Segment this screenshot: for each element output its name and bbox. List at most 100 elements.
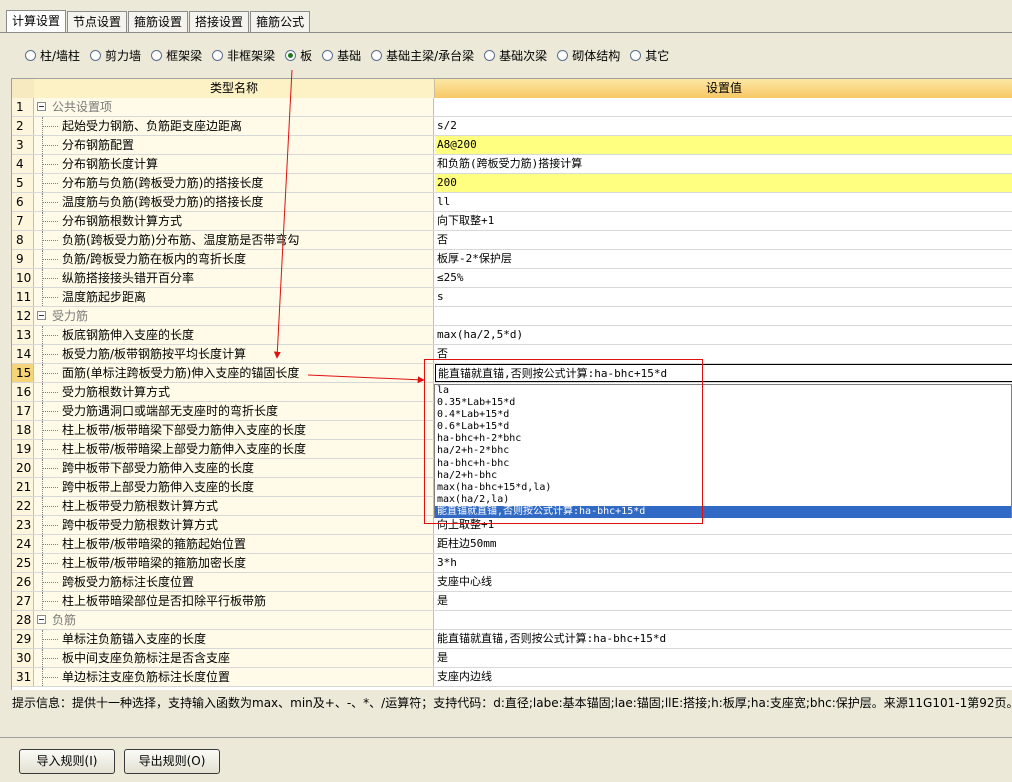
component-type-radio-group: 柱/墙柱 剪力墙 框架梁 非框架梁 板 基础 基础主梁/承台梁 基础次梁 砌体结… (25, 46, 679, 64)
table-row[interactable]: 14 板受力筋/板带钢筋按平均长度计算 否 (12, 345, 1012, 364)
table-row[interactable]: 30 板中间支座负筋标注是否含支座 是 (12, 649, 1012, 668)
setting-value-cell[interactable]: max(ha/2,5*d) (435, 326, 1012, 344)
table-row[interactable]: 31 单边标注支座负筋标注长度位置 支座内边线 (12, 668, 1012, 687)
row-name-cell: 跨中板带上部受力筋伸入支座的长度 (34, 478, 434, 496)
setting-label: 起始受力钢筋、负筋距支座边距离 (62, 119, 243, 133)
import-rules-button[interactable]: 导入规则(I) (19, 749, 115, 774)
row-name-cell: 温度筋与负筋(跨板受力筋)的搭接长度 (34, 193, 434, 211)
radio-foundation-main-beam[interactable]: 基础主梁/承台梁 (371, 47, 474, 64)
radio-foundation[interactable]: 基础 (322, 47, 361, 64)
dropdown-option[interactable]: 0.6*Lab+15*d (435, 421, 1011, 433)
collapse-icon[interactable] (37, 311, 46, 320)
radio-label: 非框架梁 (227, 48, 276, 63)
dropdown-option[interactable]: max(ha/2,la) (435, 494, 1011, 506)
table-group-row[interactable]: 28 负筋 (12, 611, 1012, 630)
radio-button-icon (151, 49, 163, 61)
setting-value-cell[interactable]: 否 (435, 231, 1012, 249)
radio-frame-beam[interactable]: 框架梁 (151, 47, 202, 64)
setting-value-cell[interactable]: ≤25% (435, 269, 1012, 287)
setting-value-editor[interactable]: 能直锚就直锚,否则按公式计算:ha-bhc+15*d (435, 364, 1012, 382)
tree-branch (42, 563, 58, 565)
setting-value-cell[interactable]: A8@200 (435, 136, 1012, 154)
setting-value-cell[interactable]: s/2 (435, 117, 1012, 135)
table-row[interactable]: 5 分布筋与负筋(跨板受力筋)的搭接长度 200 (12, 174, 1012, 193)
table-row[interactable]: 4 分布钢筋长度计算 和负筋(跨板受力筋)搭接计算 (12, 155, 1012, 174)
table-row[interactable]: 25 柱上板带/板带暗梁的箍筋加密长度 3*h (12, 554, 1012, 573)
table-row[interactable]: 15 面筋(单标注跨板受力筋)伸入支座的锚固长度 能直锚就直锚,否则按公式计算:ha… (12, 364, 1012, 383)
setting-value-cell[interactable] (435, 98, 1012, 116)
tree-branch (42, 240, 58, 242)
dropdown-option[interactable]: ha/2+h-bhc (435, 470, 1011, 482)
export-rules-button[interactable]: 导出规则(O) (124, 749, 220, 774)
collapse-icon[interactable] (37, 615, 46, 624)
table-group-row[interactable]: 12 受力筋 (12, 307, 1012, 326)
tab-stirrup-formula[interactable]: 箍筋公式 (250, 11, 311, 32)
dropdown-option[interactable]: max(ha-bhc+15*d,la) (435, 482, 1011, 494)
radio-column[interactable]: 柱/墙柱 (25, 47, 80, 64)
tab-lap-settings[interactable]: 搭接设置 (189, 11, 250, 32)
row-name-cell: 柱上板带受力筋根数计算方式 (34, 497, 434, 515)
setting-value-cell[interactable]: 支座内边线 (435, 668, 1012, 686)
table-row[interactable]: 3 分布钢筋配置 A8@200 (12, 136, 1012, 155)
tree-branch (42, 259, 58, 261)
setting-value-cell[interactable]: 距柱边50mm (435, 535, 1012, 553)
table-row[interactable]: 7 分布钢筋根数计算方式 向下取整+1 (12, 212, 1012, 231)
setting-value-cell[interactable]: 向上取整+1 (435, 516, 1012, 534)
table-row[interactable]: 24 柱上板带/板带暗梁的箍筋起始位置 距柱边50mm (12, 535, 1012, 554)
setting-value-cell[interactable]: 支座中心线 (435, 573, 1012, 591)
table-row[interactable]: 9 负筋/跨板受力筋在板内的弯折长度 板厚-2*保护层 (12, 250, 1012, 269)
radio-label: 板 (300, 48, 313, 63)
dropdown-option[interactable]: 0.35*Lab+15*d (435, 397, 1011, 409)
table-row[interactable]: 8 负筋(跨板受力筋)分布筋、温度筋是否带弯勾 否 (12, 231, 1012, 250)
setting-value-cell[interactable]: 是 (435, 592, 1012, 610)
radio-other[interactable]: 其它 (630, 47, 669, 64)
setting-value-cell[interactable]: 和负筋(跨板受力筋)搭接计算 (435, 155, 1012, 173)
table-row[interactable]: 27 柱上板带暗梁部位是否扣除平行板带筋 是 (12, 592, 1012, 611)
radio-masonry[interactable]: 砌体结构 (557, 47, 620, 64)
setting-value-cell[interactable] (435, 307, 1012, 325)
tab-node-settings[interactable]: 节点设置 (67, 11, 128, 32)
grid-header: 类型名称 设置值 (12, 79, 1012, 98)
table-row[interactable]: 2 起始受力钢筋、负筋距支座边距离 s/2 (12, 117, 1012, 136)
hint-text: 提示信息：提供十一种选择，支持输入函数为max、min及+、-、*、/运算符；支… (12, 696, 1012, 710)
dropdown-option[interactable]: 0.4*Lab+15*d (435, 409, 1011, 421)
setting-value-cell[interactable]: s (435, 288, 1012, 306)
value-dropdown-list[interactable]: la 0.35*Lab+15*d 0.4*Lab+15*d 0.6*Lab+15*d h… (434, 384, 1012, 519)
radio-non-frame-beam[interactable]: 非框架梁 (212, 47, 275, 64)
dropdown-option[interactable]: ha-bhc+h-2*bhc (435, 433, 1011, 445)
setting-value-cell[interactable]: 200 (435, 174, 1012, 192)
tab-stirrup-settings[interactable]: 箍筋设置 (128, 11, 189, 32)
row-name-cell: 柱上板带/板带暗梁上部受力筋伸入支座的长度 (34, 440, 434, 458)
setting-value-cell[interactable]: 向下取整+1 (435, 212, 1012, 230)
radio-foundation-secondary-beam[interactable]: 基础次梁 (484, 47, 547, 64)
setting-value-cell[interactable] (435, 611, 1012, 629)
setting-label: 跨中板带受力筋根数计算方式 (62, 518, 219, 532)
dropdown-option[interactable]: 能直锚就直锚,否则按公式计算:ha-bhc+15*d (435, 505, 1011, 519)
setting-value-cell[interactable]: ll (435, 193, 1012, 211)
collapse-icon[interactable] (37, 102, 46, 111)
table-row[interactable]: 23 跨中板带受力筋根数计算方式 向上取整+1 (12, 516, 1012, 535)
dropdown-option[interactable]: la (435, 385, 1011, 397)
radio-slab[interactable]: 板 (285, 47, 312, 64)
tree-branch (42, 430, 58, 432)
table-row[interactable]: 6 温度筋与负筋(跨板受力筋)的搭接长度 ll (12, 193, 1012, 212)
table-row[interactable]: 13 板底钢筋伸入支座的长度 max(ha/2,5*d) (12, 326, 1012, 345)
setting-value-cell[interactable]: 否 (435, 345, 1012, 363)
tree-branch (42, 202, 58, 204)
radio-shear-wall[interactable]: 剪力墙 (90, 47, 141, 64)
setting-label: 跨中板带上部受力筋伸入支座的长度 (62, 480, 255, 494)
table-row[interactable]: 29 单标注负筋锚入支座的长度 能直锚就直锚,否则按公式计算:ha-bhc+15*d (12, 630, 1012, 649)
dropdown-option[interactable]: ha/2+h-2*bhc (435, 445, 1011, 457)
table-row[interactable]: 26 跨板受力筋标注长度位置 支座中心线 (12, 573, 1012, 592)
setting-label: 柱上板带/板带暗梁上部受力筋伸入支座的长度 (62, 442, 307, 456)
table-group-row[interactable]: 1 公共设置项 (12, 98, 1012, 117)
tree-branch (42, 145, 58, 147)
table-row[interactable]: 11 温度筋起步距离 s (12, 288, 1012, 307)
table-row[interactable]: 10 纵筋搭接接头错开百分率 ≤25% (12, 269, 1012, 288)
setting-value-cell[interactable]: 3*h (435, 554, 1012, 572)
setting-value-cell[interactable]: 板厚-2*保护层 (435, 250, 1012, 268)
setting-value-cell[interactable]: 能直锚就直锚,否则按公式计算:ha-bhc+15*d (435, 630, 1012, 648)
dropdown-option[interactable]: ha-bhc+h-bhc (435, 458, 1011, 470)
setting-value-cell[interactable]: 是 (435, 649, 1012, 667)
tab-calc-settings[interactable]: 计算设置 (6, 10, 67, 32)
